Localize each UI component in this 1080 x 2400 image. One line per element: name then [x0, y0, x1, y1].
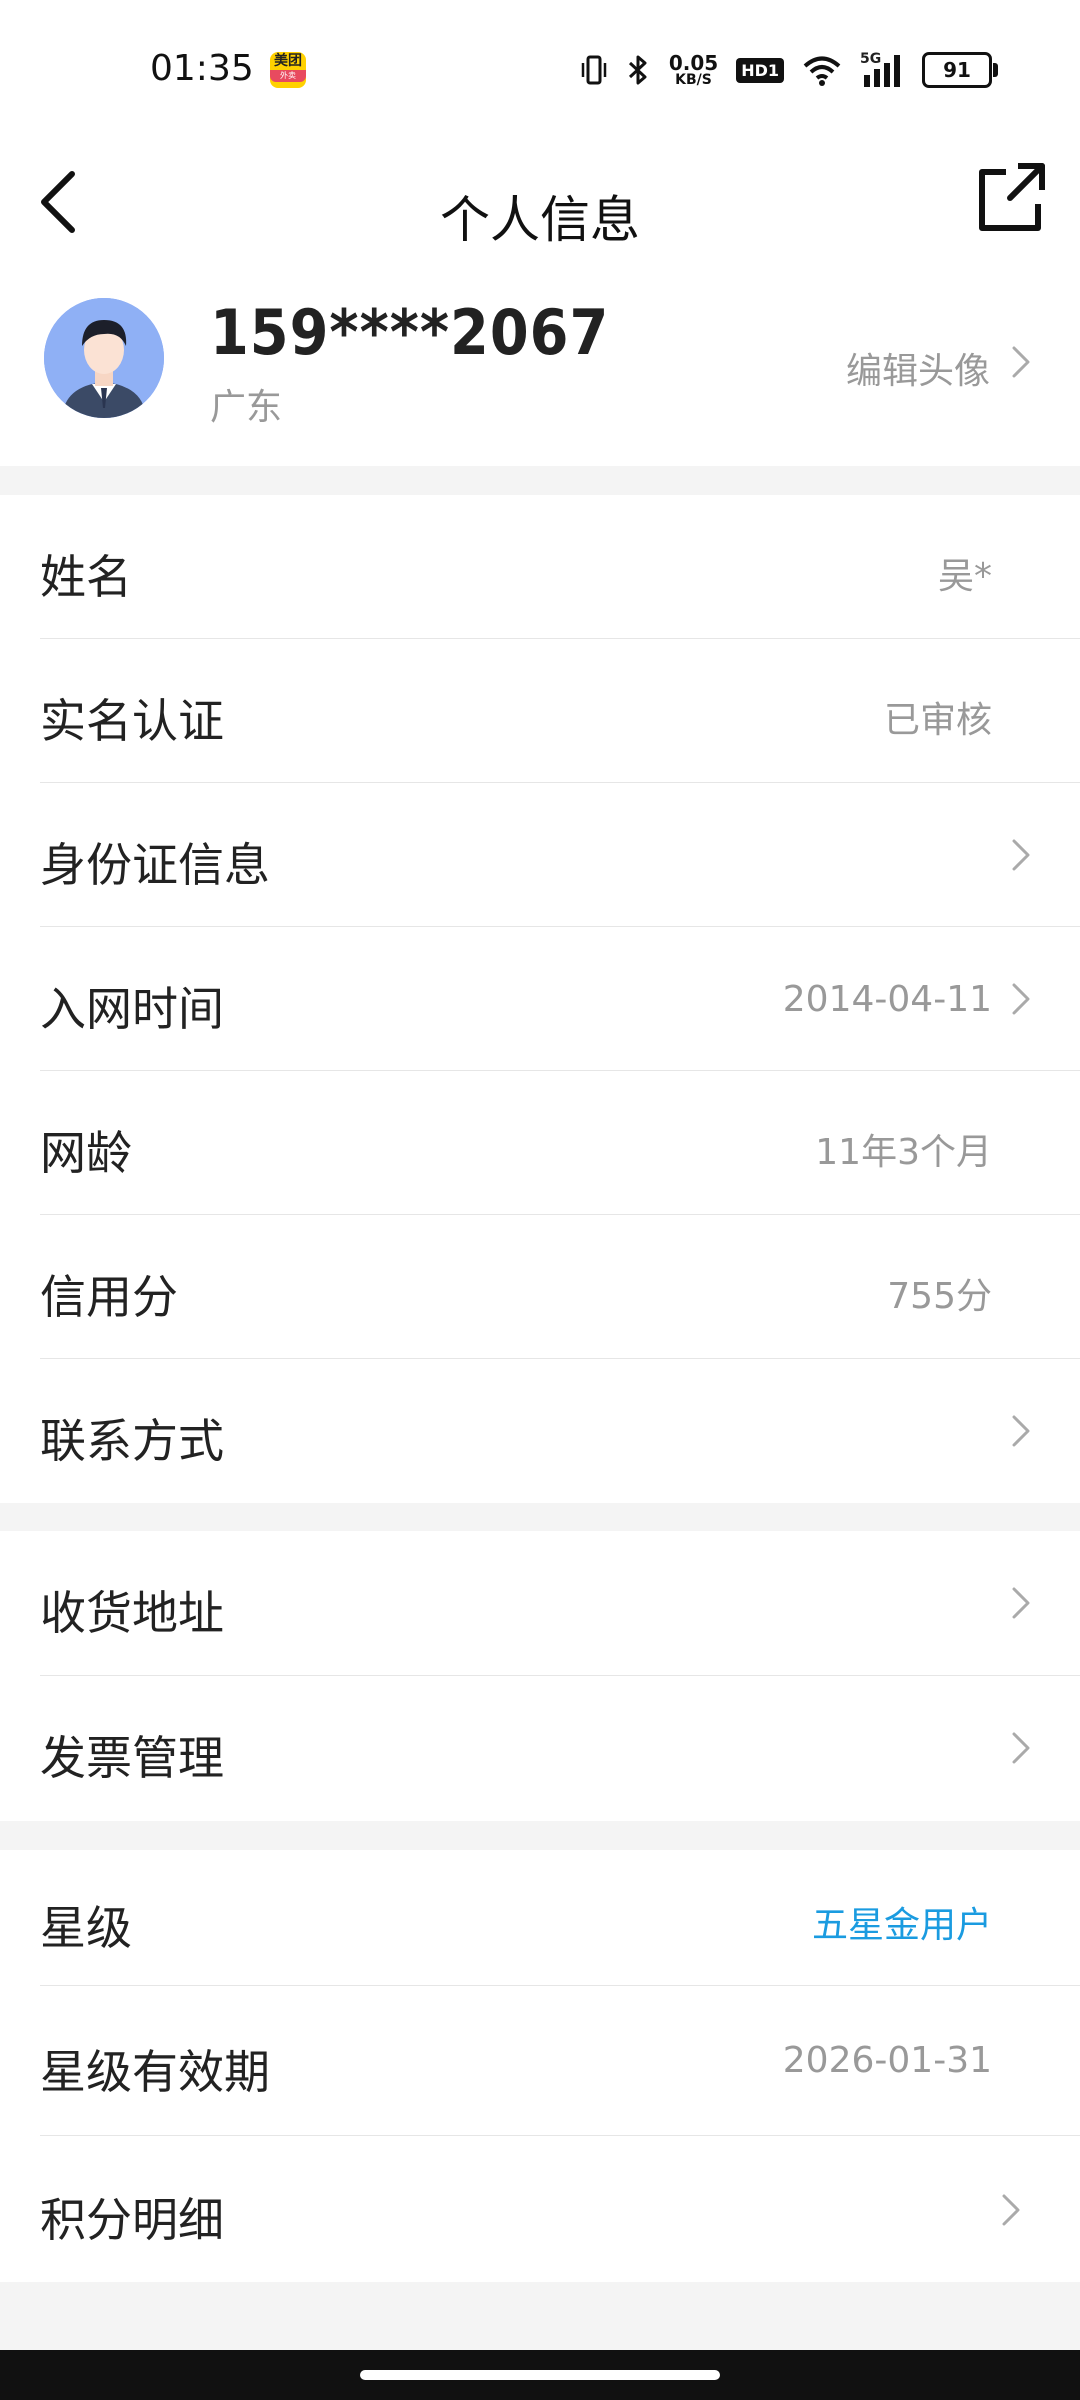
- row-realname-verification[interactable]: 实名认证 已审核: [0, 639, 1080, 783]
- row-label: 收货地址: [40, 1586, 224, 1640]
- row-label: 积分明细: [40, 2193, 224, 2247]
- row-value: 2014-04-11: [782, 979, 992, 1020]
- row-id-card-info[interactable]: 身份证信息: [0, 783, 1080, 927]
- row-network-age[interactable]: 网龄 11年3个月: [0, 1071, 1080, 1215]
- info-group-basic: 姓名 吴* 实名认证 已审核 身份证信息 入网时间 2014-04-11 网龄 …: [0, 495, 1080, 1503]
- row-credit-score[interactable]: 信用分 755分: [0, 1215, 1080, 1359]
- chevron-right-icon: [1012, 983, 1030, 1015]
- status-bar: 01:35 美团 外卖 0.05 KB/S HD1 5G 91: [0, 0, 1080, 140]
- edit-avatar-link[interactable]: 编辑头像: [846, 342, 990, 394]
- avatar[interactable]: [44, 298, 164, 418]
- bluetooth-icon: [628, 55, 647, 85]
- profile-header[interactable]: 159****2067 广东 编辑头像: [0, 270, 1080, 466]
- row-label: 入网时间: [40, 982, 224, 1036]
- row-contact-method[interactable]: 联系方式: [0, 1359, 1080, 1503]
- top-nav-bar: 个人信息: [0, 140, 1080, 270]
- row-value: 2026-01-31: [782, 2040, 992, 2081]
- battery-level: 91: [943, 58, 971, 82]
- home-indicator[interactable]: [360, 2370, 720, 2380]
- row-label: 信用分: [40, 1270, 178, 1324]
- meituan-app-icon: 美团 外卖: [270, 52, 306, 88]
- row-label: 实名认证: [40, 694, 224, 748]
- app-icon-subtext: 外卖: [270, 70, 306, 82]
- row-value: 11年3个月: [815, 1132, 992, 1173]
- vibrate-icon: [581, 55, 607, 85]
- chevron-right-icon: [1012, 1732, 1030, 1764]
- row-value: 吴*: [937, 556, 992, 597]
- row-value: 五星金用户: [811, 1905, 992, 1946]
- row-shipping-address[interactable]: 收货地址: [0, 1531, 1080, 1676]
- chevron-right-icon: [1002, 2194, 1020, 2226]
- info-group-address: 收货地址 发票管理: [0, 1531, 1080, 1821]
- row-network-join-date[interactable]: 入网时间 2014-04-11: [0, 927, 1080, 1071]
- row-label: 发票管理: [40, 1731, 224, 1785]
- signal-icon: 5G: [860, 51, 904, 87]
- row-label: 联系方式: [40, 1414, 224, 1468]
- phone-number: 159****2067: [210, 296, 610, 369]
- row-invoice-management[interactable]: 发票管理: [0, 1676, 1080, 1821]
- row-name[interactable]: 姓名 吴*: [0, 495, 1080, 639]
- share-external-icon[interactable]: [966, 148, 1046, 248]
- row-star-validity[interactable]: 星级有效期 2026-01-31: [0, 1986, 1080, 2136]
- row-label: 姓名: [40, 550, 132, 604]
- row-label: 星级: [40, 1901, 132, 1955]
- network-speed-value: 0.05: [668, 51, 719, 75]
- row-label: 身份证信息: [40, 838, 270, 892]
- row-label: 网龄: [40, 1126, 132, 1180]
- app-icon-text: 美团: [274, 53, 302, 69]
- row-points-detail[interactable]: 积分明细: [0, 2136, 1080, 2282]
- region-label: 广东: [210, 387, 283, 428]
- system-navigation-bar: [0, 2350, 1080, 2400]
- chevron-right-icon: [1012, 839, 1030, 871]
- network-speed-unit: KB/S: [675, 72, 712, 88]
- info-group-membership: 星级 五星金用户 星级有效期 2026-01-31 积分明细: [0, 1850, 1080, 2282]
- row-value: 755分: [887, 1276, 992, 1317]
- row-label: 星级有效期: [40, 2045, 270, 2099]
- page-title: 个人信息: [440, 191, 640, 249]
- row-star-level[interactable]: 星级 五星金用户: [0, 1850, 1080, 1986]
- chevron-right-icon: [1012, 1415, 1030, 1447]
- status-icons: 0.05 KB/S HD1 5G 91: [581, 50, 998, 90]
- chevron-right-icon: [1012, 1587, 1030, 1619]
- status-time: 01:35: [150, 48, 254, 89]
- chevron-right-icon: [1012, 346, 1030, 378]
- row-value: 已审核: [883, 700, 992, 741]
- battery-icon: 91: [922, 52, 998, 88]
- network-speed: 0.05 KB/S: [669, 53, 718, 87]
- wifi-icon: [803, 56, 841, 86]
- avatar-illustration: [44, 298, 164, 418]
- hd-voice-badge: HD1: [736, 57, 784, 83]
